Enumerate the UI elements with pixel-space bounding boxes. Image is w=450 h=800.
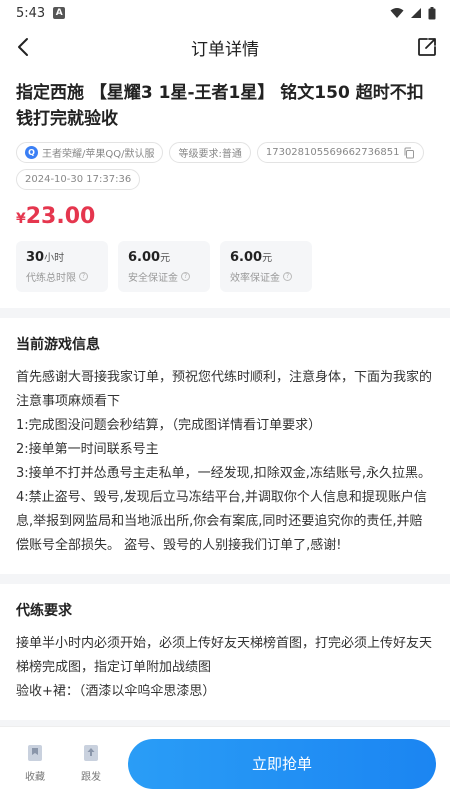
info-icon[interactable]: ? [283, 272, 292, 281]
game-info-paragraph: 2:接单第一时间联系号主 [16, 442, 159, 457]
status-time: 5:43 [16, 5, 46, 21]
post-button[interactable]: 跟发 [68, 744, 114, 783]
efficiency-deposit-box: 6.00元 效率保证金? [220, 241, 312, 292]
server-tag: Q 王者荣耀/苹果QQ/默认服 [16, 142, 164, 163]
copy-icon[interactable] [403, 147, 415, 159]
safety-deposit-value: 6.00 [128, 250, 161, 265]
efficiency-deposit-label: 效率保证金 [230, 273, 280, 284]
favorite-button[interactable]: 收藏 [12, 744, 58, 783]
price-currency: ¥ [16, 211, 26, 227]
time-limit-label: 代练总时限 [26, 273, 76, 284]
upload-icon [84, 745, 98, 761]
game-info-paragraph: 4:禁止盗号、毁号,发现后立马冻结平台,并调取你个人信息和提现账户信息,举报到网… [16, 490, 427, 553]
back-icon[interactable] [12, 35, 36, 59]
game-logo-icon: Q [25, 146, 38, 159]
order-number-tag[interactable]: 17302810556966273685​1 [256, 142, 425, 163]
server-text: 王者荣耀/苹果QQ/默认服 [42, 149, 155, 160]
order-summary-card: 指定西施 【星耀3 1星-王者1星】 铭文150 超时不扣钱打完就验收 Q 王者… [0, 68, 450, 308]
page-title: 订单详情 [191, 39, 259, 60]
requirements-section: 代练要求 接单半小时内必须开始，必须上传好友天梯榜首图，打完必须上传好友天梯榜完… [0, 584, 450, 720]
level-text: 等级要求:普通 [178, 149, 242, 160]
safety-deposit-unit: 元 [160, 253, 171, 264]
battery-icon [428, 6, 436, 19]
wifi-icon [390, 8, 404, 18]
requirements-paragraph: 接单半小时内必须开始，必须上传好友天梯榜首图，打完必须上传好友天梯榜完成图，指定… [16, 636, 433, 675]
date-tag: 2024-10-30 17:37:36 [16, 169, 141, 190]
signal-icon [411, 8, 421, 18]
level-tag: 等级要求:普通 [169, 142, 251, 163]
requirements-paragraph: 验收+裙：（酒漆以伞呜伞思漆思） [16, 684, 216, 699]
favorite-label: 收藏 [25, 772, 45, 783]
notification-icon: A [53, 7, 66, 19]
order-tags: Q 王者荣耀/苹果QQ/默认服 等级要求:普通 1730281055696627… [16, 142, 434, 190]
post-label: 跟发 [81, 772, 101, 783]
date-text: 2024-10-30 17:37:36 [25, 174, 132, 185]
bottom-action-bar: 收藏 跟发 立即抢单 [0, 726, 450, 800]
safety-deposit-box: 6.00元 安全保证金? [118, 241, 210, 292]
guarantee-row: 30小时 代练总时限? 6.00元 安全保证金? 6.00元 效率保证金? [16, 241, 434, 292]
safety-deposit-label: 安全保证金 [128, 273, 178, 284]
order-number-text: 17302810556966273685​1 [265, 147, 400, 158]
status-bar: 5:43 A [0, 0, 450, 26]
game-info-paragraph: 1:完成图没问题会秒结算，（完成图详情看订单要求） [16, 418, 322, 433]
price-value: 23.00 [25, 204, 96, 229]
bookmark-icon [28, 745, 42, 761]
nav-bar: 订单详情 [0, 26, 450, 68]
grab-order-button[interactable]: 立即抢单 [128, 738, 436, 789]
time-limit-unit: 小时 [44, 253, 65, 264]
game-info-title: 当前游戏信息 [16, 337, 100, 353]
share-icon[interactable] [416, 36, 438, 58]
info-icon[interactable]: ? [181, 272, 190, 281]
requirements-title: 代练要求 [16, 603, 72, 619]
info-icon[interactable]: ? [79, 272, 88, 281]
game-info-section: 当前游戏信息 首先感谢大哥接我家订单，预祝您代练时顺利，注意身体，下面为我家的注… [0, 318, 450, 574]
time-limit-value: 30 [26, 250, 45, 265]
order-title: 指定西施 【星耀3 1星-王者1星】 铭文150 超时不扣钱打完就验收 [16, 83, 424, 129]
price: ¥23.00 [16, 204, 434, 229]
efficiency-deposit-unit: 元 [262, 253, 273, 264]
efficiency-deposit-value: 6.00 [230, 250, 263, 265]
time-limit-box: 30小时 代练总时限? [16, 241, 108, 292]
game-info-paragraph: 3:接单不打并怂恿号主走私单，一经发现,扣除双金,冻结账号,永久拉黑。 [16, 466, 432, 481]
game-info-paragraph: 首先感谢大哥接我家订单，预祝您代练时顺利，注意身体，下面为我家的注意事项麻烦看下 [16, 370, 433, 409]
